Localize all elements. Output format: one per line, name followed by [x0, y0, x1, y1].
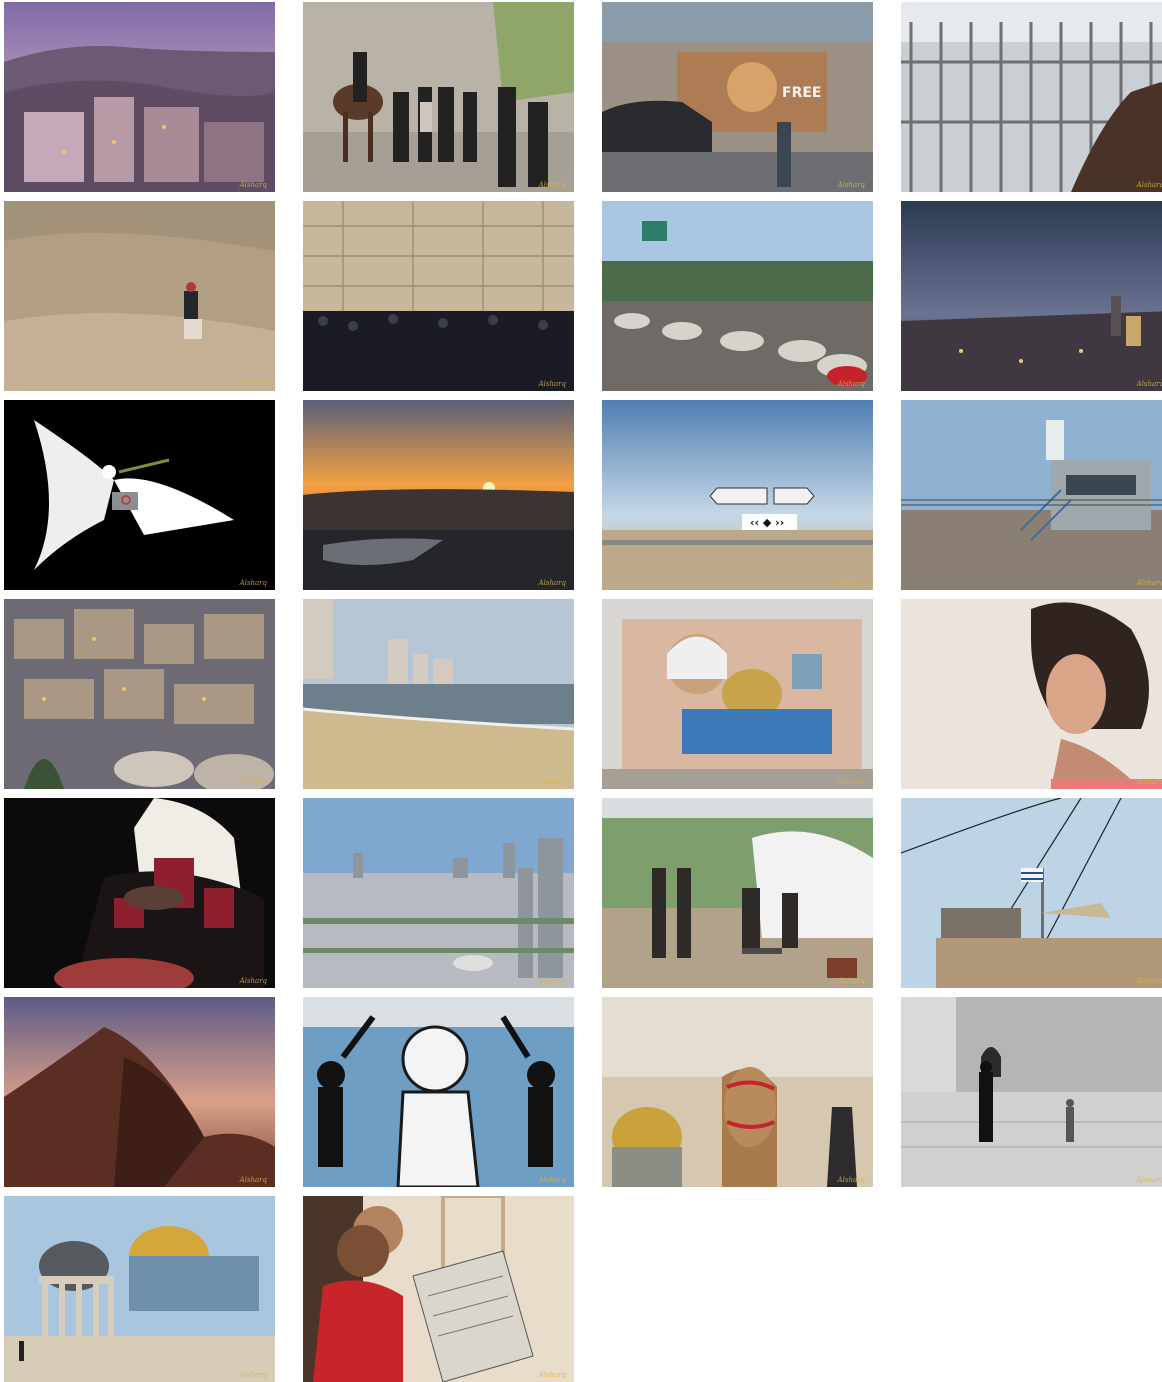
photo-signature: Alsharq — [239, 1176, 267, 1184]
photo-signature: Alsharq — [837, 977, 865, 985]
photo-thumbnail-watchtower-fence[interactable]: Alsharq — [901, 400, 1162, 590]
photo-signature: Alsharq — [239, 977, 267, 985]
photo-signature: Alsharq — [1136, 977, 1162, 985]
photo-signature: Alsharq — [538, 1176, 566, 1184]
photo-thumbnail-arafat-mural[interactable]: Alsharq — [602, 599, 873, 789]
photo-thumbnail-desert-road-sign[interactable]: ‹‹ ◆ ›› Alsharq — [602, 400, 873, 590]
photo-signature: Alsharq — [837, 579, 865, 587]
photo-thumbnail-dome-of-the-rock[interactable]: Alsharq — [4, 1196, 275, 1382]
photo-signature: Alsharq — [837, 380, 865, 388]
photo-thumbnail-camel-dome[interactable]: Alsharq — [602, 997, 873, 1187]
photo-signature: Alsharq — [1136, 380, 1162, 388]
photo-thumbnail-dead-sea-sunset[interactable]: Alsharq — [303, 400, 574, 590]
photo-signature: Alsharq — [837, 181, 865, 189]
photo-signature: Alsharq — [239, 778, 267, 786]
photo-thumbnail-tel-aviv-skyline[interactable]: Alsharq — [303, 798, 574, 988]
photo-thumbnail-street-prayer[interactable]: Alsharq — [602, 201, 873, 391]
photo-signature: Alsharq — [538, 778, 566, 786]
photo-signature: Alsharq — [239, 579, 267, 587]
photo-signature: Alsharq — [1136, 1176, 1162, 1184]
svg-text:FREE: FREE — [782, 85, 821, 101]
photo-signature: Alsharq — [1136, 579, 1162, 587]
photo-signature: Alsharq — [538, 181, 566, 189]
photo-signature: Alsharq — [538, 579, 566, 587]
photo-thumbnail-armored-dove[interactable]: Alsharq — [4, 400, 275, 590]
photo-signature: Alsharq — [239, 1371, 267, 1379]
photo-thumbnail-silwan-houses[interactable]: Alsharq — [4, 599, 275, 789]
photo-thumbnail-desert-rider[interactable]: Alsharq — [4, 201, 275, 391]
photo-thumbnail-handala-graffiti[interactable]: Alsharq — [303, 997, 574, 1187]
photo-thumbnail-desert-mountain[interactable]: Alsharq — [4, 997, 275, 1187]
photo-gallery-grid: Alsharq Alsharq FREE Alsharq Alsharq Als… — [0, 0, 1162, 1382]
photo-thumbnail-old-city-evening[interactable]: Alsharq — [901, 201, 1162, 391]
photo-thumbnail-bethlehem-dusk[interactable]: Alsharq — [4, 2, 275, 192]
photo-thumbnail-tel-aviv-beach[interactable]: Alsharq — [303, 599, 574, 789]
photo-signature: Alsharq — [239, 181, 267, 189]
photo-signature: Alsharq — [239, 380, 267, 388]
photo-signature: Alsharq — [538, 1371, 566, 1379]
photo-signature: Alsharq — [538, 380, 566, 388]
photo-thumbnail-flag-watchtower[interactable]: Alsharq — [901, 798, 1162, 988]
photo-thumbnail-embroidery-elder[interactable]: Alsharq — [4, 798, 275, 988]
photo-thumbnail-police-arrest[interactable]: Alsharq — [303, 2, 574, 192]
photo-signature: Alsharq — [1136, 778, 1162, 786]
photo-signature: Alsharq — [1136, 181, 1162, 189]
photo-thumbnail-tent-protest[interactable]: Alsharq — [602, 798, 873, 988]
photo-signature: Alsharq — [837, 1176, 865, 1184]
photo-signature: Alsharq — [837, 778, 865, 786]
photo-signature: Alsharq — [538, 977, 566, 985]
photo-thumbnail-old-city-plaza[interactable]: Alsharq — [901, 997, 1162, 1187]
svg-text:‹‹ ◆ ››: ‹‹ ◆ ›› — [750, 516, 784, 529]
photo-thumbnail-free-marwan-mural[interactable]: FREE Alsharq — [602, 2, 873, 192]
photo-thumbnail-western-wall[interactable]: Alsharq — [303, 201, 574, 391]
photo-thumbnail-woman-at-wall[interactable]: Alsharq — [901, 599, 1162, 789]
photo-thumbnail-checkpoint[interactable]: Alsharq — [901, 2, 1162, 192]
photo-thumbnail-boy-newspaper[interactable]: Alsharq — [303, 1196, 574, 1382]
